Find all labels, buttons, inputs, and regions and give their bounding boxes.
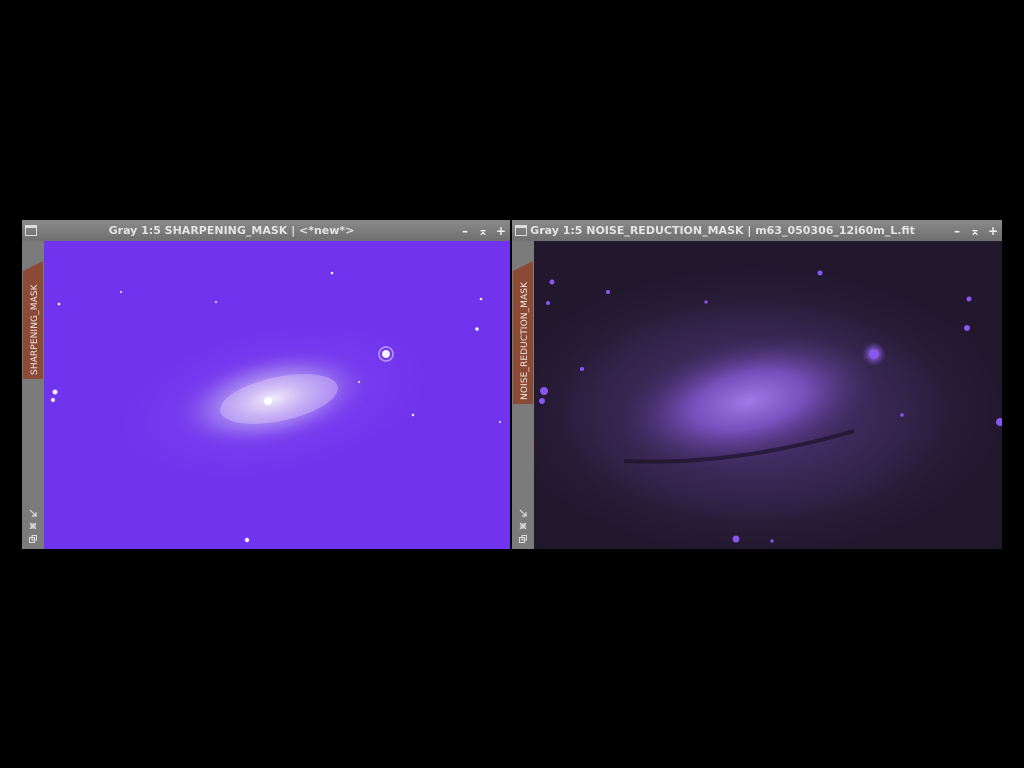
image-view[interactable] [44, 241, 510, 549]
new-window-icon[interactable] [517, 533, 529, 545]
window-title: Gray 1:5 NOISE_REDUCTION_MASK | m63_0503… [530, 224, 915, 237]
window-title: Gray 1:5 SHARPENING_MASK | <*new*> [108, 224, 355, 237]
view-identifier-tab[interactable]: NOISE_REDUCTION_MASK [513, 261, 533, 404]
shade-button[interactable]: ⌅ [966, 222, 984, 240]
view-side-panel: NOISE_REDUCTION_MASK [512, 241, 534, 549]
system-menu-icon[interactable] [515, 225, 527, 236]
view-identifier-label: SHARPENING_MASK [30, 284, 40, 375]
new-window-icon[interactable] [27, 533, 39, 545]
window-titlebar[interactable]: Gray 1:5 NOISE_REDUCTION_MASK | m63_0503… [512, 220, 1002, 241]
image-view[interactable] [534, 241, 1002, 549]
resize-arrow-icon[interactable] [517, 507, 529, 519]
view-identifier-tab[interactable]: SHARPENING_MASK [23, 261, 43, 379]
image-window-noise-reduction-mask[interactable]: Gray 1:5 NOISE_REDUCTION_MASK | m63_0503… [512, 220, 1002, 549]
resize-arrow-icon[interactable] [27, 507, 39, 519]
maximize-button[interactable]: + [492, 222, 510, 240]
minimize-button[interactable]: – [456, 222, 474, 240]
view-side-panel: SHARPENING_MASK [22, 241, 44, 549]
shade-button[interactable]: ⌅ [474, 222, 492, 240]
view-identifier-label: NOISE_REDUCTION_MASK [520, 281, 530, 400]
galaxy-image-noise-reduction [534, 241, 1002, 549]
zoom-icon[interactable] [27, 520, 39, 532]
window-titlebar[interactable]: Gray 1:5 SHARPENING_MASK | <*new*> – ⌅ + [22, 220, 510, 241]
galaxy-image-sharpening [44, 241, 510, 549]
system-menu-icon[interactable] [25, 225, 37, 236]
minimize-button[interactable]: – [948, 222, 966, 240]
zoom-icon[interactable] [517, 520, 529, 532]
maximize-button[interactable]: + [984, 222, 1002, 240]
image-window-sharpening-mask[interactable]: Gray 1:5 SHARPENING_MASK | <*new*> – ⌅ +… [22, 220, 510, 549]
